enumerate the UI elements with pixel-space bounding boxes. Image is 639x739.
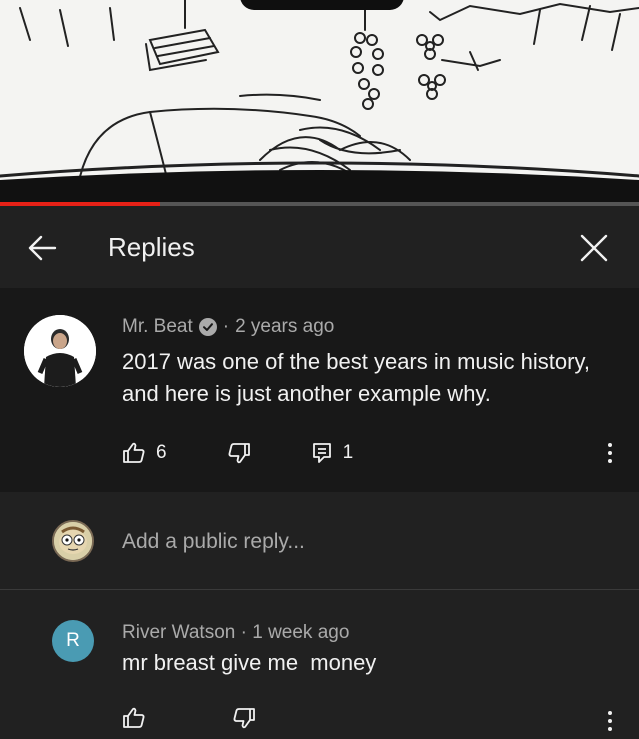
close-icon xyxy=(580,234,608,262)
comment-timestamp: 2 years ago xyxy=(235,316,335,337)
reply-count: 1 xyxy=(342,442,354,463)
reply-actions xyxy=(122,706,256,730)
thumbs-up-icon xyxy=(123,707,145,728)
reply-meta: River Watson · 1 week ago xyxy=(122,622,349,644)
meta-separator: · xyxy=(240,622,247,643)
dislike-button[interactable] xyxy=(232,706,256,730)
reply-author[interactable]: River Watson xyxy=(122,622,235,643)
camera-notch xyxy=(240,0,404,10)
thumbs-down-icon xyxy=(228,443,250,464)
thumbs-down-icon xyxy=(233,708,255,729)
reply-timestamp: 1 week ago xyxy=(252,622,350,643)
video-sketch-illustration xyxy=(0,0,639,206)
like-button[interactable]: 6 xyxy=(122,441,167,465)
avatar[interactable]: R xyxy=(52,620,94,662)
verified-check-icon xyxy=(198,318,217,336)
comment-author[interactable]: Mr. Beat xyxy=(122,316,193,338)
user-photo-icon xyxy=(24,315,96,387)
reply-button[interactable]: 1 xyxy=(311,442,354,464)
page-title: Replies xyxy=(108,232,195,262)
close-button[interactable] xyxy=(572,226,616,270)
more-vert-icon[interactable] xyxy=(598,438,622,468)
meta-separator: · xyxy=(222,316,230,337)
more-vert-icon[interactable] xyxy=(598,706,622,736)
add-reply-input[interactable]: Add a public reply... xyxy=(122,530,305,554)
thumbs-up-icon xyxy=(123,442,145,463)
arrow-left-icon xyxy=(28,235,57,261)
comment-thread-root: Mr. Beat · 2 years ago 2017 was one of t… xyxy=(0,288,639,492)
avatar[interactable] xyxy=(24,315,96,387)
user-avatar-icon xyxy=(54,522,92,560)
avatar xyxy=(52,520,94,562)
video-player[interactable] xyxy=(0,0,639,206)
dislike-button[interactable] xyxy=(227,441,251,465)
like-count: 6 xyxy=(156,442,167,463)
comment-meta: Mr. Beat · 2 years ago xyxy=(122,316,334,338)
reply-text: mr breast give me money xyxy=(122,650,377,675)
reply-comment: R River Watson · 1 week ago mr breast gi… xyxy=(0,590,639,739)
like-button[interactable] xyxy=(122,706,146,730)
add-reply-row[interactable]: Add a public reply... xyxy=(0,492,639,590)
back-button[interactable] xyxy=(22,228,62,268)
replies-header: Replies xyxy=(0,206,639,288)
reply-icon xyxy=(312,443,331,463)
comment-text: 2017 was one of the best years in music … xyxy=(122,349,590,406)
comment-actions: 6 1 xyxy=(122,438,353,468)
